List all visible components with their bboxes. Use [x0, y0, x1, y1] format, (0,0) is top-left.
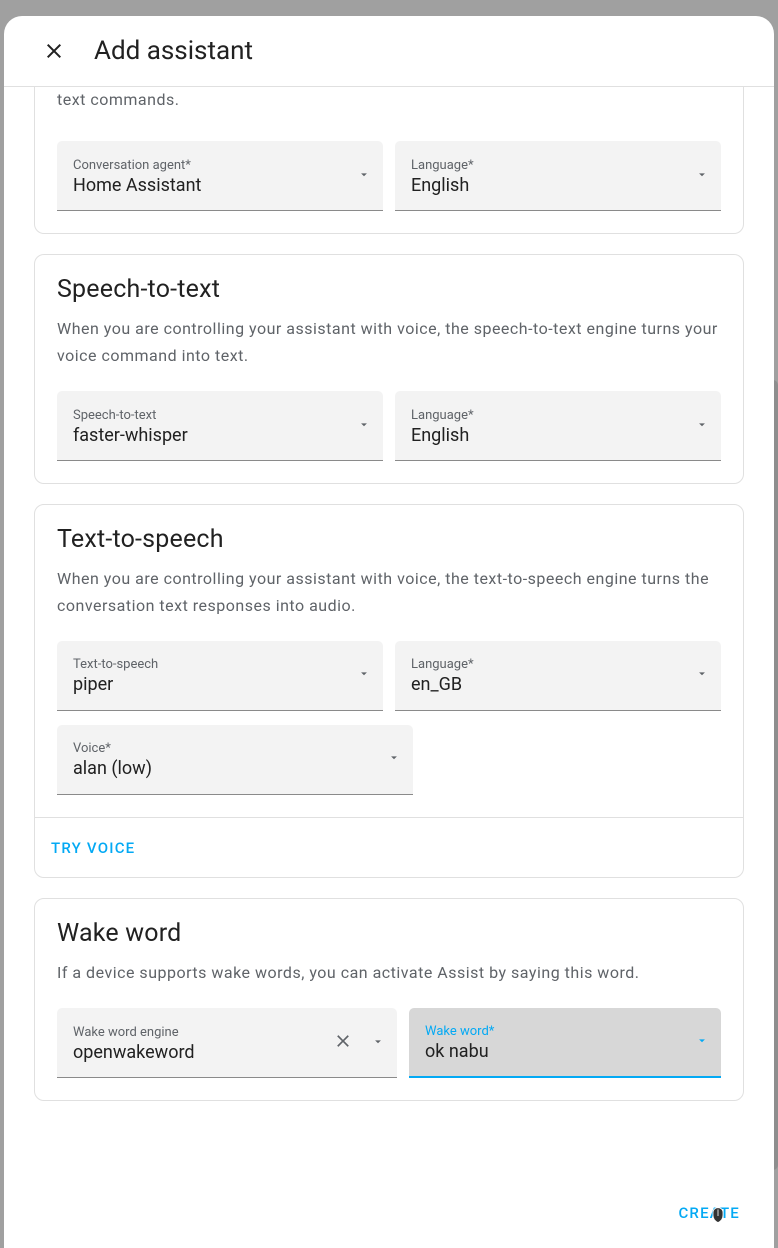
- speech-to-text-card: Speech-to-text When you are controlling …: [34, 254, 744, 484]
- add-assistant-dialog: Add assistant text commands. Conversatio…: [4, 16, 774, 1248]
- tts-engine-select[interactable]: Text-to-speech piper: [57, 641, 383, 711]
- field-value: piper: [73, 674, 339, 695]
- close-icon: [42, 39, 66, 63]
- stt-engine-select[interactable]: Speech-to-text faster-whisper: [57, 391, 383, 461]
- wake-word-select[interactable]: Wake word* ok nabu: [409, 1008, 721, 1078]
- field-value: openwakeword: [73, 1042, 325, 1063]
- conversation-language-select[interactable]: Language* English: [395, 141, 721, 211]
- field-value: alan (low): [73, 758, 369, 779]
- stt-language-select[interactable]: Language* English: [395, 391, 721, 461]
- tts-desc: When you are controlling your assistant …: [57, 566, 721, 619]
- clear-icon[interactable]: [333, 1031, 353, 1055]
- wake-word-card: Wake word If a device supports wake word…: [34, 898, 744, 1101]
- conversation-agent-select[interactable]: Conversation agent* Home Assistant: [57, 141, 383, 211]
- wake-desc: If a device supports wake words, you can…: [57, 960, 721, 986]
- dialog-body: text commands. Conversation agent* Home …: [4, 87, 774, 1180]
- field-value: Home Assistant: [73, 175, 339, 196]
- spacer: [425, 725, 721, 795]
- chevron-down-icon: [357, 416, 371, 435]
- field-value: en_GB: [411, 674, 677, 695]
- tts-language-select[interactable]: Language* en_GB: [395, 641, 721, 711]
- field-label: Language*: [411, 657, 677, 672]
- text-to-speech-card: Text-to-speech When you are controlling …: [34, 504, 744, 878]
- close-button[interactable]: [40, 37, 68, 65]
- wake-title: Wake word: [57, 919, 721, 948]
- dialog-header: Add assistant: [4, 16, 774, 87]
- chevron-down-icon: [695, 666, 709, 685]
- field-label: Wake word engine: [73, 1025, 325, 1040]
- tts-title: Text-to-speech: [57, 525, 721, 554]
- field-label: Conversation agent*: [73, 158, 339, 173]
- chevron-down-icon: [695, 1033, 709, 1052]
- chevron-down-icon: [357, 666, 371, 685]
- dialog-footer: CREATE: [4, 1180, 774, 1248]
- field-label: Wake word*: [425, 1024, 677, 1039]
- stt-desc: When you are controlling your assistant …: [57, 316, 721, 369]
- create-button[interactable]: CREATE: [672, 1196, 746, 1230]
- tts-voice-select[interactable]: Voice* alan (low): [57, 725, 413, 795]
- field-value: faster-whisper: [73, 425, 339, 446]
- try-voice-button[interactable]: TRY VOICE: [51, 839, 135, 857]
- chevron-down-icon: [695, 416, 709, 435]
- chevron-down-icon: [387, 750, 401, 769]
- field-value: English: [411, 175, 677, 196]
- field-value: ok nabu: [425, 1041, 677, 1062]
- field-label: Language*: [411, 158, 677, 173]
- create-button-label: CREATE: [678, 1204, 740, 1222]
- field-label: Speech-to-text: [73, 408, 339, 423]
- field-label: Text-to-speech: [73, 657, 339, 672]
- dialog-title: Add assistant: [94, 36, 253, 66]
- field-value: English: [411, 425, 677, 446]
- chevron-down-icon: [357, 166, 371, 185]
- conversation-agent-card: text commands. Conversation agent* Home …: [34, 87, 744, 234]
- wake-engine-select[interactable]: Wake word engine openwakeword: [57, 1008, 397, 1078]
- stt-title: Speech-to-text: [57, 275, 721, 304]
- chevron-down-icon: [695, 166, 709, 185]
- field-label: Voice*: [73, 741, 369, 756]
- field-label: Language*: [411, 408, 677, 423]
- intro-trailing-text: text commands.: [57, 87, 721, 113]
- tts-card-footer: TRY VOICE: [35, 817, 743, 877]
- chevron-down-icon: [371, 1033, 385, 1052]
